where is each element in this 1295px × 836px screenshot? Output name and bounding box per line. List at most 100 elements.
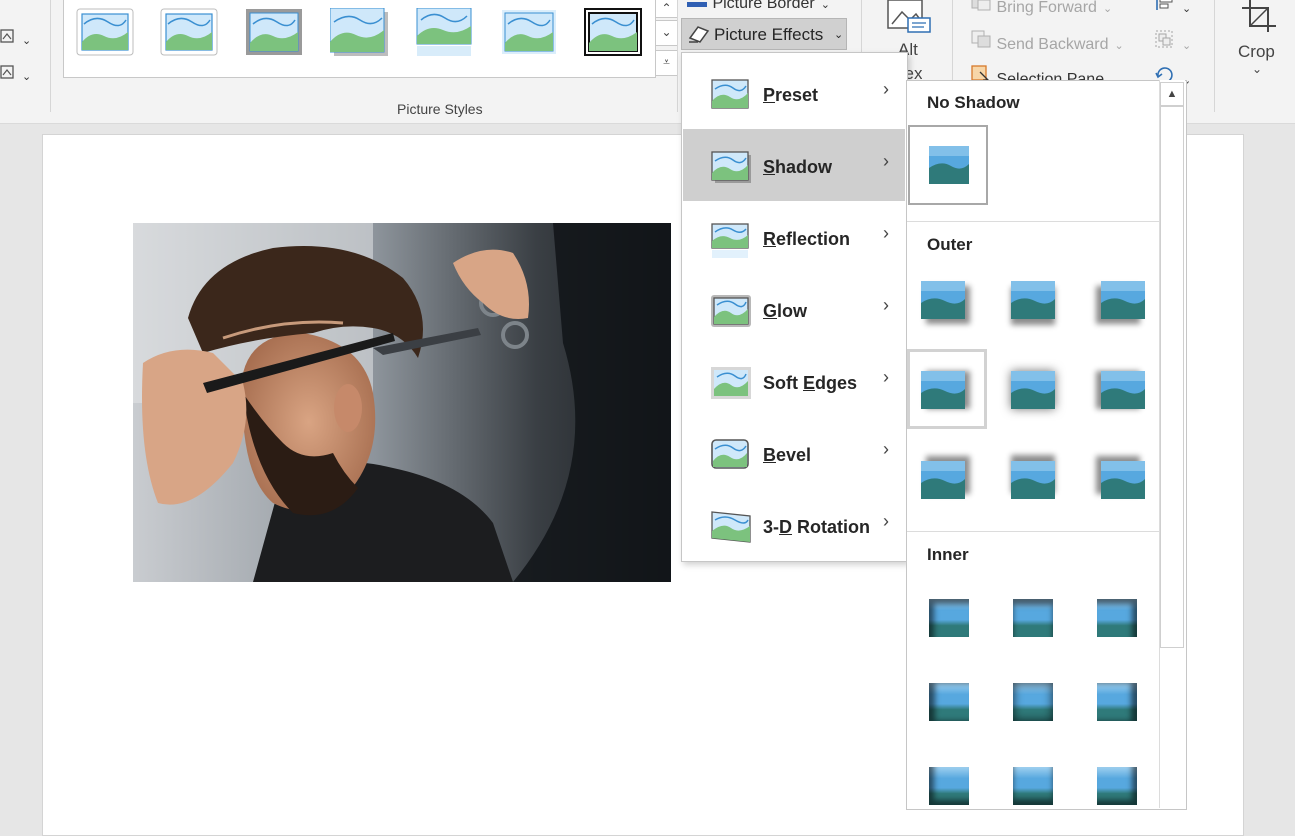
position-icon: [0, 29, 14, 43]
alt-text-icon: [887, 0, 931, 33]
shadow-option-inner[interactable]: [1097, 683, 1137, 721]
chevron-down-icon: ⌄: [820, 0, 830, 11]
picture-style-beveled-matte[interactable]: [160, 8, 218, 56]
menu-item-label: 3-D Rotation: [763, 517, 871, 537]
chevron-down-icon: ⌄: [1102, 3, 1113, 15]
shadow-option-none[interactable]: [908, 125, 988, 205]
menu-item-reflection[interactable]: Reflection ›: [683, 201, 905, 273]
chevron-down-icon: ⌄: [1114, 40, 1124, 52]
menu-item-soft-edges[interactable]: Soft Edges ›: [683, 345, 905, 417]
chevron-right-icon: ›: [883, 151, 889, 171]
position-button[interactable]: ⌄: [0, 28, 31, 49]
chevron-down-icon: ⌄: [22, 35, 32, 47]
bring-forward-icon: [971, 0, 991, 11]
shadow-option-inner[interactable]: [1097, 767, 1137, 805]
group-separator: [50, 0, 51, 112]
chevron-right-icon: ›: [883, 79, 889, 99]
shadow-preview-thumb: [1101, 281, 1145, 324]
chevron-right-icon: ›: [883, 511, 889, 531]
send-backward-button[interactable]: Send Backward ⌄: [970, 29, 1124, 54]
picture-style-drop-shadow[interactable]: [330, 8, 388, 56]
gallery-scroll-up-button[interactable]: ⌃: [655, 0, 678, 18]
barber-photo[interactable]: [133, 223, 671, 582]
send-backward-label: Send Backward: [996, 36, 1109, 53]
scroll-thumb[interactable]: [1160, 106, 1184, 648]
menu-item-3d-rotation[interactable]: 3-D Rotation ›: [683, 489, 905, 561]
chevron-down-icon: ⌄: [1252, 62, 1263, 76]
menu-item-glow[interactable]: Glow ›: [683, 273, 905, 345]
submenu-scrollbar[interactable]: ▲: [1159, 80, 1185, 808]
picture-effects-label: Picture Effects: [714, 25, 824, 44]
align-icon: [1156, 0, 1173, 10]
section-divider: [907, 221, 1159, 222]
shadow-preview-thumb: [929, 683, 969, 721]
picture-border-button[interactable]: Picture Border ⌄: [686, 0, 830, 13]
shadow-preview-thumb: [1101, 461, 1145, 504]
shadow-option-outer[interactable]: [1011, 371, 1055, 409]
picture-style-simple-frame-white[interactable]: [76, 8, 134, 56]
shadow-option-inner[interactable]: [929, 683, 969, 721]
shadow-preview-thumb: [1011, 371, 1055, 414]
shadow-option-outer[interactable]: [921, 461, 965, 499]
shadow-option-outer[interactable]: [1011, 281, 1055, 319]
picture-style-soft-edge[interactable]: [500, 8, 558, 56]
chevron-down-icon: ⌄: [1182, 3, 1192, 15]
shadow-option-inner[interactable]: [1013, 683, 1053, 721]
menu-item-preset[interactable]: Preset ›: [683, 57, 905, 129]
group-objects-icon: [1155, 30, 1173, 48]
shadow-option-outer[interactable]: [1101, 281, 1145, 319]
shadow-preview-thumb: [1097, 599, 1137, 637]
shadow-option-outer[interactable]: [921, 281, 965, 319]
menu-item-label: Preset: [763, 85, 819, 105]
menu-item-bevel[interactable]: Bevel ›: [683, 417, 905, 489]
shadow-option-outer[interactable]: [1101, 371, 1145, 409]
gallery-more-button[interactable]: ⩡: [655, 50, 678, 76]
reflection-icon: [711, 223, 749, 258]
shadow-option-inner[interactable]: [929, 767, 969, 805]
shadow-option-outer[interactable]: [1011, 461, 1055, 499]
picture-border-label: Picture Border: [712, 0, 815, 12]
shadow-option-inner[interactable]: [1013, 767, 1053, 805]
shadow-preview-thumb: [929, 146, 969, 184]
align-button[interactable]: ⌄: [1154, 0, 1191, 17]
shadow-option-inner[interactable]: [1097, 599, 1137, 637]
picture-style-reflected[interactable]: [415, 8, 473, 56]
gallery-scroll-down-button[interactable]: ⌄: [655, 20, 678, 46]
shadow-preview-thumb: [921, 461, 965, 504]
picture-style-metal-frame[interactable]: [245, 8, 303, 56]
shadow-option-inner[interactable]: [1013, 599, 1053, 637]
shadow-option-outer[interactable]: [1101, 461, 1145, 499]
picture-styles-gallery: [63, 0, 656, 78]
inner-heading: Inner: [927, 545, 969, 564]
menu-item-label: Reflection: [763, 229, 851, 249]
shadow-option-inner[interactable]: [929, 599, 969, 637]
picture-style-double-frame-black[interactable]: [584, 8, 642, 56]
menu-item-label: Glow: [763, 301, 808, 321]
chevron-right-icon: ›: [883, 223, 889, 243]
group-separator: [677, 0, 678, 112]
scroll-up-button[interactable]: ▲: [1160, 82, 1184, 106]
chevron-right-icon: ›: [883, 439, 889, 459]
soft-edges-icon: [711, 367, 751, 399]
group-separator: [1214, 0, 1215, 112]
shadow-option-outer[interactable]: [907, 349, 987, 429]
shadow-preview-thumb: [921, 281, 965, 324]
shadow-preview-thumb: [1013, 683, 1053, 721]
section-divider: [907, 531, 1159, 532]
crop-button[interactable]: Crop ⌄: [1232, 0, 1284, 92]
bevel-icon: [711, 439, 749, 469]
picture-effects-button[interactable]: Picture Effects ⌄: [681, 18, 847, 50]
chevron-right-icon: ›: [883, 367, 889, 387]
glow-icon: [711, 295, 751, 327]
wrap-text-button[interactable]: ⌄: [0, 64, 31, 85]
shadow-icon: [711, 151, 751, 183]
preset-icon: [711, 79, 749, 109]
menu-item-shadow[interactable]: Shadow ›: [683, 129, 905, 201]
bring-forward-button[interactable]: Bring Forward ⌄: [970, 0, 1112, 17]
shadow-submenu: No Shadow Outer Inner: [906, 80, 1187, 810]
shadow-preview-thumb: [1011, 461, 1055, 504]
chevron-down-icon: ⌄: [1182, 40, 1192, 52]
group-objects-button[interactable]: ⌄: [1154, 29, 1191, 54]
menu-item-label: Shadow: [763, 157, 833, 177]
crop-icon: [1242, 0, 1276, 32]
